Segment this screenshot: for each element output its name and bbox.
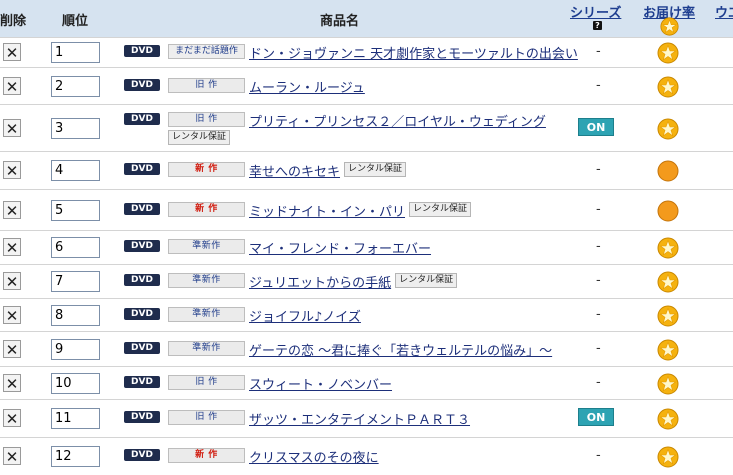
delivery-star-icon (657, 237, 679, 259)
product-title-link[interactable]: マイ・フレンド・フォーエバー (249, 238, 431, 257)
media-badge: DVD (124, 341, 160, 354)
media-badge: DVD (124, 274, 160, 286)
category-badge: 旧 作 (168, 410, 245, 425)
delivery-star-icon (657, 339, 679, 361)
delete-button[interactable]: ✕ (3, 76, 21, 96)
series-help-icon[interactable]: ? (593, 21, 602, 30)
delete-button[interactable]: ✕ (3, 409, 21, 428)
series-on-badge[interactable]: ON (578, 408, 614, 426)
delivery-star-icon (657, 408, 679, 430)
rental-guarantee-badge: レンタル保証 (168, 130, 231, 145)
series-value: - (596, 306, 601, 322)
rank-input[interactable] (51, 271, 100, 292)
category-badge: 準新作 (168, 306, 245, 322)
header-series-link[interactable]: シリーズ (570, 2, 621, 21)
delivery-star-icon (657, 305, 679, 327)
media-badge: DVD (124, 45, 160, 57)
delete-button[interactable]: ✕ (3, 446, 21, 466)
product-title-link[interactable]: ジュリエットからの手紙 (249, 272, 391, 291)
delivery-circle-icon (657, 200, 679, 222)
rank-input[interactable] (51, 199, 100, 221)
rental-guarantee-badge: レンタル保証 (395, 273, 458, 288)
media-badge: DVD (124, 411, 160, 423)
series-value: - (596, 340, 601, 356)
header-extra-link[interactable]: ウエ (715, 2, 733, 21)
product-title-link[interactable]: ジョイフル♪ノイズ (249, 306, 361, 325)
rank-input[interactable] (51, 445, 100, 467)
delivery-star-icon (657, 118, 679, 140)
category-badge: 旧 作 (168, 77, 245, 93)
header-rank: 順位 (62, 14, 89, 29)
delivery-star-icon (657, 76, 679, 98)
header-product: 商品名 (320, 14, 360, 29)
media-badge: DVD (124, 375, 160, 388)
product-title-link[interactable]: プリティ・プリンセス２／ロイヤル・ウェディング (249, 111, 546, 130)
delete-button[interactable]: ✕ (3, 161, 21, 180)
category-badge: 新 作 (168, 447, 245, 463)
header-delete: 削除 (0, 14, 27, 29)
delivery-help-icon[interactable] (660, 17, 679, 36)
media-badge: DVD (124, 202, 160, 215)
rank-input[interactable] (51, 304, 100, 326)
series-value: - (596, 374, 601, 390)
rank-input[interactable] (51, 338, 100, 360)
delete-button[interactable]: ✕ (3, 43, 21, 62)
category-badge: 準新作 (168, 340, 245, 356)
table-row (0, 67, 733, 105)
media-badge: DVD (124, 240, 160, 252)
product-title-link[interactable]: スウィート・ノベンバー (249, 374, 392, 393)
delete-button[interactable]: ✕ (3, 200, 21, 220)
rank-input[interactable] (51, 408, 100, 429)
category-badge: まだまだ話題作 (168, 44, 245, 59)
media-badge: DVD (124, 163, 160, 175)
delivery-circle-icon (657, 160, 679, 182)
series-value: - (596, 162, 601, 177)
category-badge: 準新作 (168, 273, 245, 288)
series-value: - (596, 201, 601, 217)
series-value: - (596, 273, 601, 288)
category-badge: 旧 作 (168, 112, 245, 127)
rank-input[interactable] (51, 75, 100, 97)
product-title-link[interactable]: ムーラン・ルージュ (249, 77, 365, 96)
series-value: - (596, 77, 601, 93)
delete-button[interactable]: ✕ (3, 272, 21, 291)
product-title-link[interactable]: ザッツ・エンタテイメントＰＡＲＴ３ (249, 409, 470, 428)
media-badge: DVD (124, 113, 160, 125)
delete-button[interactable]: ✕ (3, 305, 21, 325)
rank-input[interactable] (51, 160, 100, 181)
delivery-star-icon (657, 446, 679, 468)
series-value: - (596, 239, 601, 254)
category-badge: 準新作 (168, 239, 245, 254)
product-title-link[interactable]: ミッドナイト・イン・パリ (249, 201, 405, 220)
rank-input[interactable] (51, 372, 100, 394)
rank-input[interactable] (51, 42, 100, 63)
product-title-link[interactable]: ドン・ジョヴァンニ 天才劇作家とモーツァルトの出会い (249, 43, 578, 62)
series-value: - (596, 44, 601, 59)
media-badge: DVD (124, 78, 160, 91)
rental-guarantee-badge: レンタル保証 (344, 162, 407, 177)
delete-button[interactable]: ✕ (3, 373, 21, 393)
media-badge: DVD (124, 307, 160, 320)
rank-input[interactable] (51, 237, 100, 258)
product-title-link[interactable]: 幸せへのキセキ (249, 161, 340, 180)
delivery-star-icon (657, 271, 679, 293)
product-title-link[interactable]: クリスマスのその夜に (249, 447, 379, 466)
series-value: - (596, 447, 601, 463)
delete-button[interactable]: ✕ (3, 118, 21, 138)
category-badge: 新 作 (168, 201, 245, 217)
delivery-star-icon (657, 42, 679, 64)
media-badge: DVD (124, 448, 160, 461)
rental-guarantee-badge: レンタル保証 (409, 201, 472, 217)
table-row (0, 298, 733, 332)
rank-input[interactable] (51, 117, 100, 139)
product-title-link[interactable]: ゲーテの恋 〜君に捧ぐ「若きウェルテルの悩み」〜 (249, 340, 552, 359)
series-on-badge[interactable]: ON (578, 117, 614, 136)
delivery-star-icon (657, 373, 679, 395)
table-header: 削除 順位 商品名 シリーズ ? お届け率 ウエ (0, 0, 733, 37)
category-badge: 旧 作 (168, 374, 245, 390)
delete-button[interactable]: ✕ (3, 339, 21, 359)
category-badge: 新 作 (168, 162, 245, 177)
delete-button[interactable]: ✕ (3, 238, 21, 257)
